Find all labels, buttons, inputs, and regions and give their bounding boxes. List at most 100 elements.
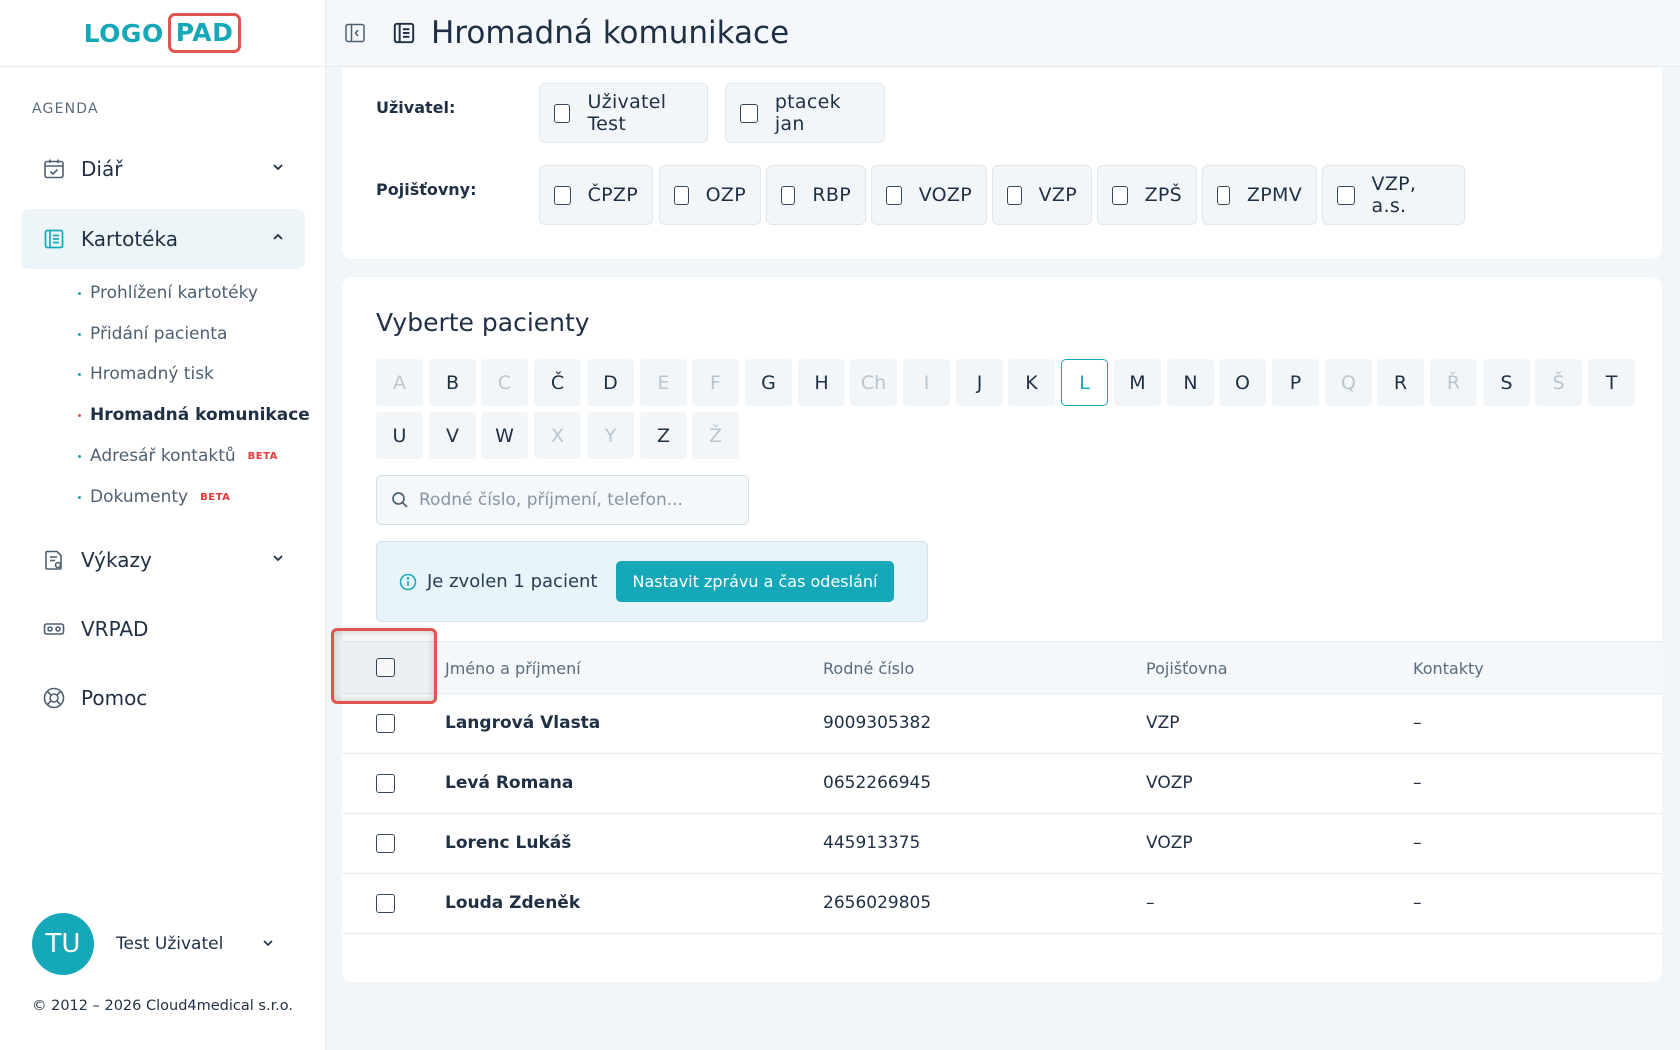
letter-filter-w[interactable]: W <box>481 412 528 459</box>
search-field[interactable] <box>376 475 749 525</box>
sidebar-item-label: Pomoc <box>81 686 148 710</box>
letter-filter-k[interactable]: K <box>1008 359 1055 406</box>
row-checkbox[interactable] <box>376 834 395 853</box>
table-row[interactable]: Lorenc Lukáš 445913375 VOZP – <box>342 814 1662 874</box>
letter-filter-p[interactable]: P <box>1272 359 1319 406</box>
page-title: Hromadná komunikace <box>431 15 790 51</box>
letter-filter-j[interactable]: J <box>956 359 1003 406</box>
bullet-icon <box>78 495 81 499</box>
letter-filter-y[interactable]: Y <box>587 412 634 459</box>
letter-filter-t[interactable]: T <box>1588 359 1635 406</box>
letter-filter-ž[interactable]: Ž <box>692 412 739 459</box>
collapse-sidebar-button[interactable] <box>335 13 375 53</box>
user-menu[interactable]: TU Test Uživatel <box>32 913 275 975</box>
sidebar-item-pomoc[interactable]: Pomoc <box>21 668 305 728</box>
checkbox[interactable] <box>1217 185 1230 205</box>
patient-contacts: – <box>1413 833 1422 853</box>
letter-filter-h[interactable]: H <box>798 359 845 406</box>
column-header-name[interactable]: Jméno a příjmení <box>445 659 581 678</box>
checkbox[interactable] <box>1337 185 1355 205</box>
sidebar-item-label: Diář <box>81 157 123 181</box>
checkbox[interactable] <box>674 185 689 205</box>
row-checkbox[interactable] <box>376 774 395 793</box>
column-header-contacts[interactable]: Kontakty <box>1413 659 1484 678</box>
insurance-chip[interactable]: VZP <box>992 165 1092 225</box>
checkbox[interactable] <box>554 185 571 205</box>
letter-filter-ř[interactable]: Ř <box>1430 359 1477 406</box>
logo[interactable]: LOGO PAD <box>84 13 242 53</box>
letter-filter-f[interactable]: F <box>692 359 739 406</box>
table-row[interactable]: Langrová Vlasta 9009305382 VZP – <box>342 694 1662 754</box>
letter-filter-s[interactable]: S <box>1483 359 1530 406</box>
row-checkbox[interactable] <box>376 894 395 913</box>
letter-filter-q[interactable]: Q <box>1325 359 1372 406</box>
checkbox[interactable] <box>554 103 571 123</box>
letter-filter-ch[interactable]: Ch <box>850 359 897 406</box>
column-header-rc[interactable]: Rodné číslo <box>823 659 914 678</box>
letter-filter-c[interactable]: C <box>481 359 528 406</box>
letter-filter-m[interactable]: M <box>1114 359 1161 406</box>
sidebar-subitem-pridani[interactable]: Přidání pacienta <box>78 324 227 344</box>
table-row[interactable]: Levá Romana 0652266945 VOZP – <box>342 754 1662 814</box>
checkbox[interactable] <box>1112 185 1128 205</box>
insurance-chip[interactable]: ZPMV <box>1202 165 1317 225</box>
letter-filter-n[interactable]: N <box>1167 359 1214 406</box>
selection-info: Je zvolen 1 pacient Nastavit zprávu a ča… <box>376 541 928 622</box>
checkbox[interactable] <box>781 185 796 205</box>
column-header-insurance[interactable]: Pojišťovna <box>1146 659 1228 678</box>
patient-insurance: – <box>1146 893 1155 913</box>
insurance-chip[interactable]: RBP <box>766 165 866 225</box>
vr-headset-icon <box>41 616 67 642</box>
set-message-button[interactable]: Nastavit zprávu a čas odeslání <box>615 561 895 602</box>
row-checkbox[interactable] <box>376 714 395 733</box>
sidebar-subitem-hromadny-tisk[interactable]: Hromadný tisk <box>78 364 214 384</box>
search-icon <box>392 492 408 508</box>
letter-filter-x[interactable]: X <box>534 412 581 459</box>
sidebar-toggle-icon <box>345 23 365 43</box>
insurance-chip[interactable]: ČPZP <box>539 165 653 225</box>
letter-filter-g[interactable]: G <box>745 359 792 406</box>
letter-filter-a[interactable]: A <box>376 359 423 406</box>
sidebar-item-label: VRPAD <box>81 617 149 641</box>
patient-rc: 0652266945 <box>823 773 932 793</box>
sidebar-subitem-hromadna-komunikace[interactable]: Hromadná komunikace <box>78 405 310 425</box>
letter-filter-č[interactable]: Č <box>534 359 581 406</box>
bullet-icon <box>78 413 81 417</box>
bullet-icon <box>78 372 81 376</box>
letter-filter-z[interactable]: Z <box>640 412 687 459</box>
sidebar-subitem-adresar[interactable]: Adresář kontaktů BETA <box>78 446 278 466</box>
user-filter-chip[interactable]: Uživatel Test <box>539 83 708 143</box>
letter-filter-b[interactable]: B <box>429 359 476 406</box>
letter-filter-š[interactable]: Š <box>1535 359 1582 406</box>
subitem-label: Dokumenty <box>90 487 189 507</box>
logo-area: LOGO PAD <box>0 0 325 67</box>
checkbox[interactable] <box>1007 185 1022 205</box>
sidebar-item-kartoteka[interactable]: Kartotéka <box>21 209 305 269</box>
letter-filter-r[interactable]: R <box>1377 359 1424 406</box>
letter-filter-i[interactable]: I <box>903 359 950 406</box>
search-input[interactable] <box>419 490 739 510</box>
letter-filter-e[interactable]: E <box>640 359 687 406</box>
insurance-chip[interactable]: VZP, a.s. <box>1322 165 1465 225</box>
letter-filter-v[interactable]: V <box>429 412 476 459</box>
letter-filter-o[interactable]: O <box>1219 359 1266 406</box>
sidebar-subitem-dokumenty[interactable]: Dokumenty BETA <box>78 487 230 507</box>
letter-filter-l[interactable]: L <box>1061 359 1108 406</box>
insurance-chip[interactable]: VOZP <box>871 165 987 225</box>
checkbox[interactable] <box>740 103 758 123</box>
sidebar-subitem-prohlizeni[interactable]: Prohlížení kartotéky <box>78 283 258 303</box>
user-filter-chip[interactable]: ptacek jan <box>725 83 885 143</box>
sidebar-item-vykazy[interactable]: Výkazy <box>21 530 305 590</box>
chip-label: VOZP <box>918 184 972 206</box>
patient-rc: 2656029805 <box>823 893 932 913</box>
insurance-chip[interactable]: OZP <box>659 165 761 225</box>
insurance-chip[interactable]: ZPŠ <box>1097 165 1197 225</box>
patient-insurance: VOZP <box>1146 773 1193 793</box>
sidebar-item-vrpad[interactable]: VRPAD <box>21 599 305 659</box>
sidebar-item-label: Kartotéka <box>81 227 178 251</box>
letter-filter-u[interactable]: U <box>376 412 423 459</box>
table-row[interactable]: Louda Zdeněk 2656029805 – – <box>342 874 1662 934</box>
sidebar-item-diar[interactable]: Diář <box>21 139 305 199</box>
letter-filter-d[interactable]: D <box>587 359 634 406</box>
checkbox[interactable] <box>886 185 902 205</box>
